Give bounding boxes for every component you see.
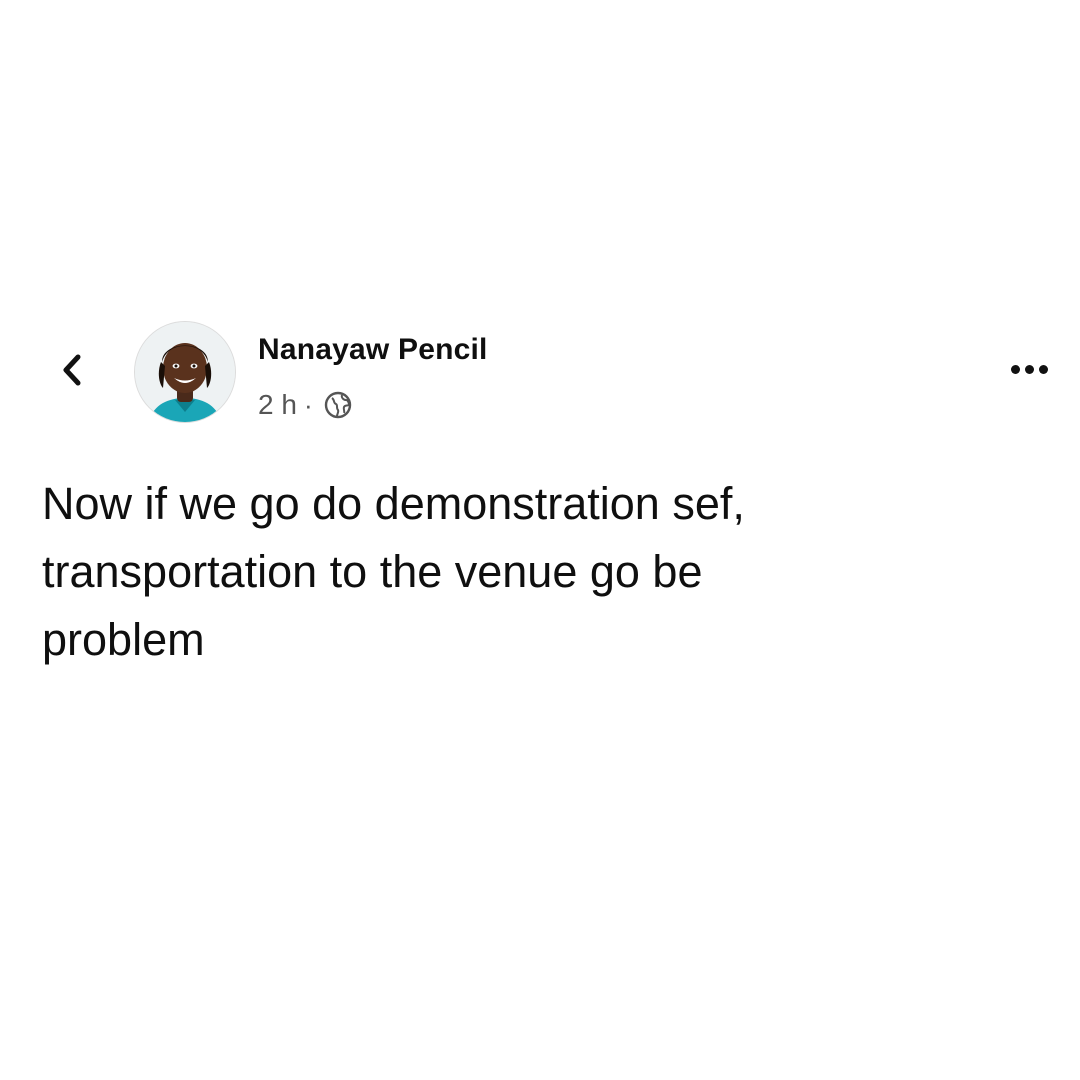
- back-button[interactable]: [52, 348, 92, 392]
- author-name[interactable]: Nanayaw Pencil: [258, 333, 488, 367]
- post-meta: 2 h ·: [258, 388, 353, 422]
- avatar[interactable]: [134, 321, 236, 423]
- post-time[interactable]: 2 h: [258, 389, 297, 421]
- avatar-image: [135, 322, 235, 422]
- more-horizontal-icon: [1010, 364, 1020, 374]
- more-dot: [1024, 364, 1034, 374]
- more-dot: [1038, 364, 1048, 374]
- globe-icon[interactable]: [323, 390, 353, 420]
- post-view: Nanayaw Pencil 2 h · Now if we go do dem…: [0, 0, 1080, 1080]
- chevron-left-icon: [63, 354, 81, 386]
- post-text-line: Now if we go do demonstration sef,: [42, 478, 745, 529]
- meta-separator: ·: [303, 389, 313, 420]
- post-text-line: transportation to the venue go be: [42, 546, 703, 597]
- post-text-line: problem: [42, 614, 205, 665]
- post-text: Now if we go do demonstration sef, trans…: [42, 470, 1032, 674]
- more-options-button[interactable]: [1003, 354, 1055, 384]
